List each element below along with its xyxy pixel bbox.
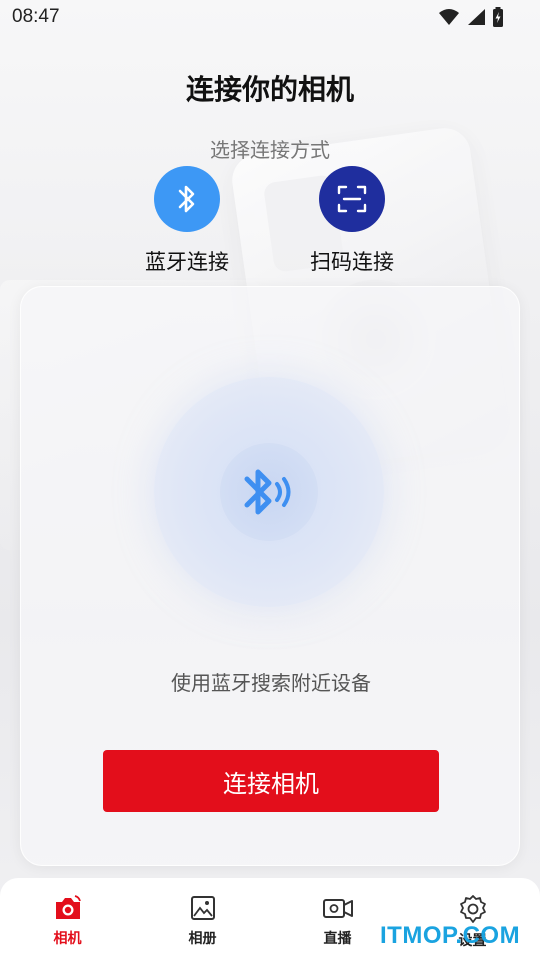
connection-method-subtitle: 选择连接方式 bbox=[210, 138, 330, 162]
tab-album[interactable]: 相册 bbox=[158, 894, 248, 948]
gear-icon bbox=[459, 895, 486, 923]
scan-connect-option[interactable]: 扫码连接 bbox=[292, 166, 412, 276]
camera-icon bbox=[55, 895, 81, 919]
bluetooth-search-halo bbox=[154, 377, 384, 607]
tab-camera-label: 相机 bbox=[53, 931, 82, 947]
connect-camera-button[interactable]: 连接相机 bbox=[103, 750, 439, 812]
bluetooth-search-hint: 使用蓝牙搜索附近设备 bbox=[171, 671, 371, 695]
status-icons bbox=[438, 7, 504, 27]
status-bar: 08:47 bbox=[0, 0, 540, 34]
tab-live[interactable]: 直播 bbox=[293, 894, 383, 948]
bluetooth-connect-option[interactable]: 蓝牙连接 bbox=[127, 166, 247, 276]
tab-live-label: 直播 bbox=[323, 931, 352, 947]
status-time: 08:47 bbox=[12, 6, 60, 27]
bluetooth-search-icon bbox=[220, 443, 318, 541]
signal-icon bbox=[468, 9, 485, 25]
battery-icon bbox=[493, 7, 503, 27]
bluetooth-connect-label: 蓝牙连接 bbox=[145, 250, 229, 274]
watermark: ITMOP.COM bbox=[380, 922, 521, 949]
bluetooth-search-card: 使用蓝牙搜索附近设备 连接相机 bbox=[20, 286, 520, 866]
wifi-icon bbox=[439, 9, 459, 25]
bluetooth-icon bbox=[154, 166, 220, 232]
scan-code-icon bbox=[319, 166, 385, 232]
tab-camera[interactable]: 相机 bbox=[23, 894, 113, 948]
album-icon bbox=[190, 896, 215, 920]
tab-album-label: 相册 bbox=[188, 931, 217, 947]
page-title: 连接你的相机 bbox=[185, 73, 354, 106]
live-video-icon bbox=[322, 899, 353, 918]
scan-connect-label: 扫码连接 bbox=[310, 250, 394, 274]
